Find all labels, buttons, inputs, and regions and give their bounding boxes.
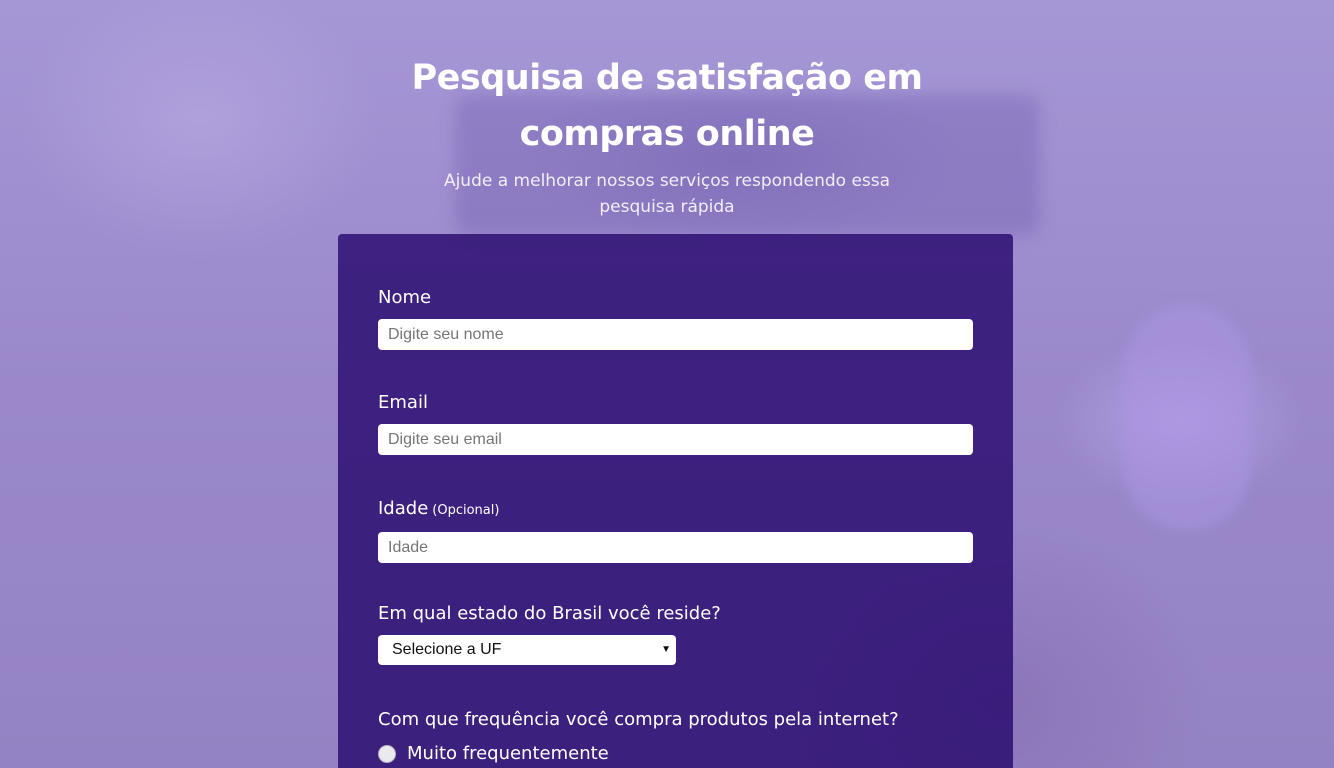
- radio-option[interactable]: Muito frequentemente: [378, 743, 973, 764]
- age-label-text: Idade: [378, 498, 429, 519]
- state-field-group: Em qual estado do Brasil você reside? Se…: [378, 603, 973, 665]
- name-input[interactable]: [378, 319, 973, 350]
- age-field-group: Idade (Opcional): [378, 498, 973, 563]
- state-label: Em qual estado do Brasil você reside?: [378, 603, 721, 624]
- state-select-value: Selecione a UF: [392, 641, 502, 658]
- name-label: Nome: [378, 287, 432, 308]
- radio-option-label: Muito frequentemente: [407, 743, 609, 764]
- radio-button[interactable]: [378, 744, 396, 763]
- survey-form: Nome Email Idade(Opcional) Em qual estad…: [338, 234, 1013, 768]
- frequency-field-group: Com que frequência você compra produtos …: [378, 709, 973, 764]
- email-input[interactable]: [378, 424, 973, 455]
- page-title: Pesquisa de satisfação em compras online: [411, 58, 923, 154]
- page-subtitle: Ajude a melhorar nossos serviços respond…: [443, 171, 891, 217]
- age-input[interactable]: [378, 532, 973, 563]
- age-label: Idade (Opcional): [378, 498, 973, 522]
- state-select[interactable]: Selecione a UF ▼: [378, 635, 676, 665]
- page-header: Pesquisa de satisfação em compras online…: [0, 50, 1334, 220]
- optional-note: (Opcional): [432, 503, 500, 518]
- email-field-group: Email: [378, 392, 973, 455]
- chevron-down-icon: ▼: [661, 644, 671, 655]
- email-label: Email: [378, 392, 428, 413]
- name-field-group: Nome: [378, 287, 973, 350]
- frequency-label: Com que frequência você compra produtos …: [378, 709, 899, 730]
- background-mouse-image: [1125, 305, 1250, 530]
